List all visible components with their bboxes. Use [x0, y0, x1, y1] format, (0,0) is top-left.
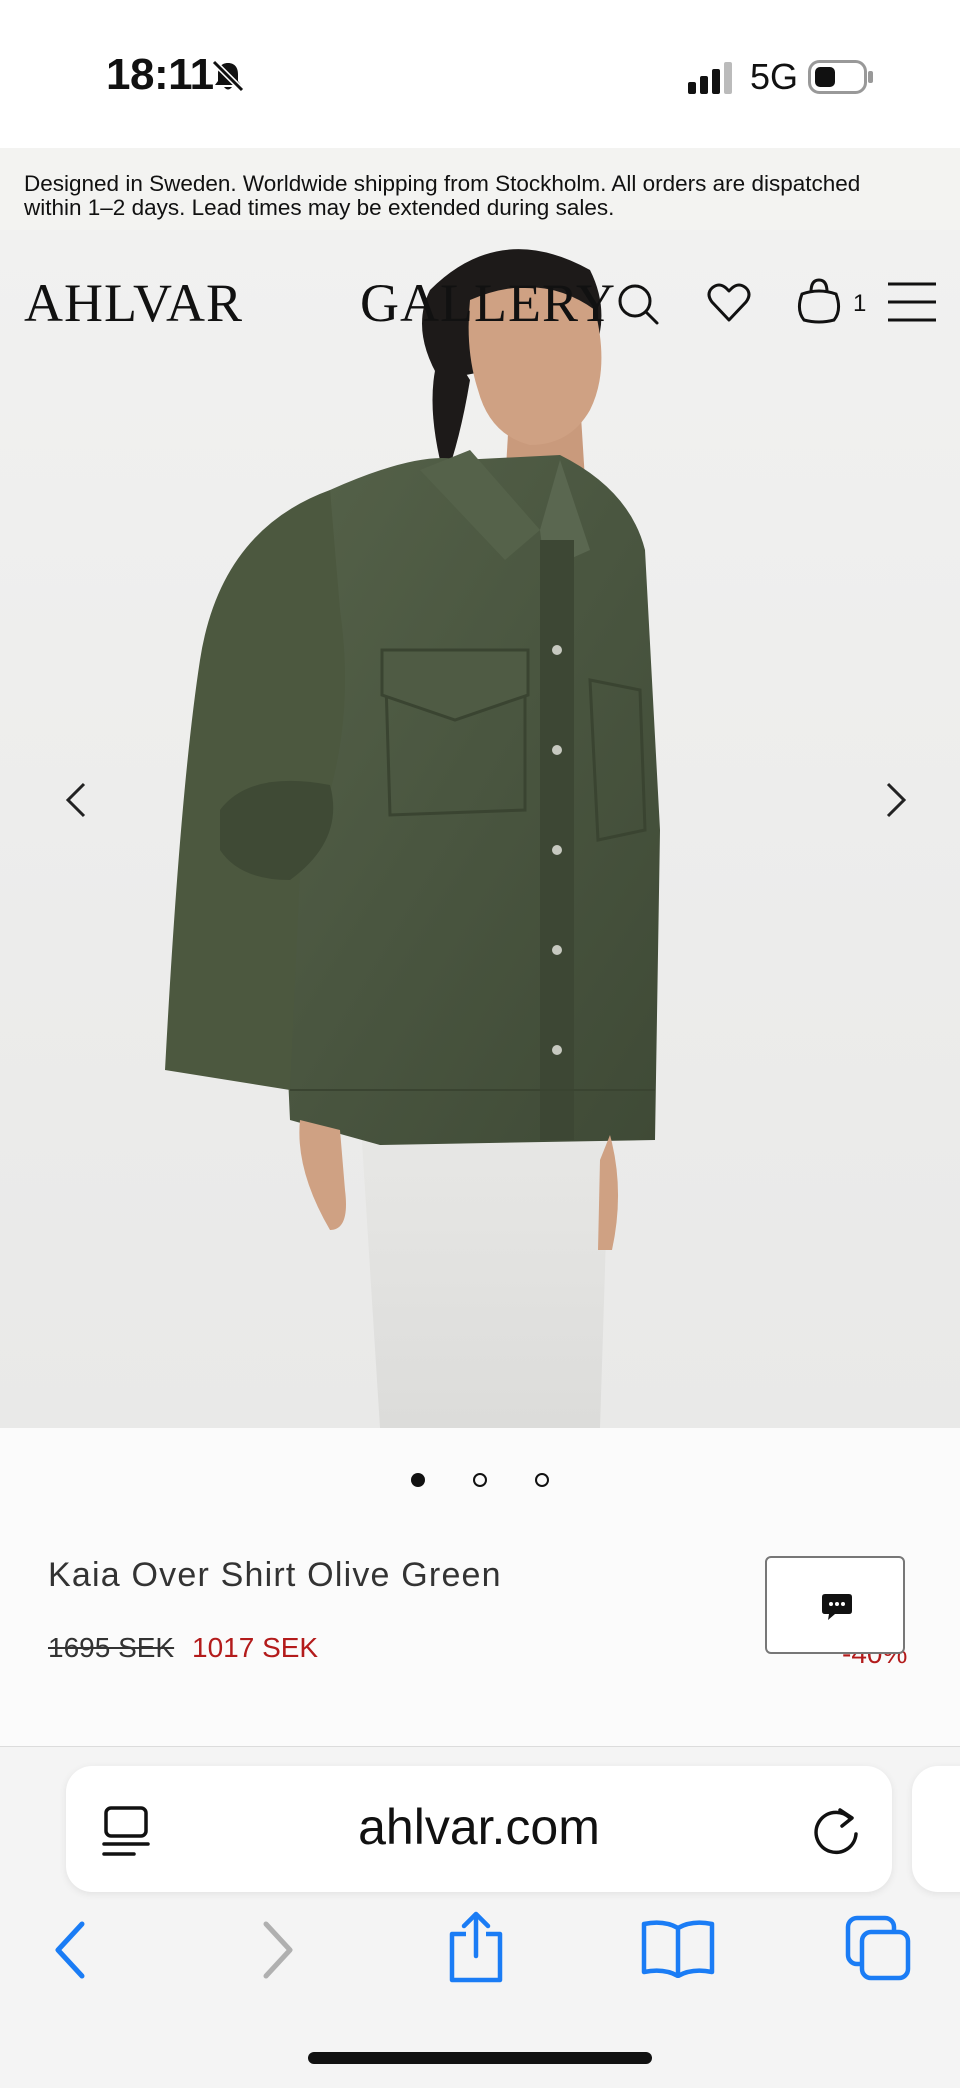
heart-icon[interactable]	[706, 280, 752, 324]
carousel-dot-2	[473, 1473, 487, 1487]
next-tab-preview[interactable]	[912, 1766, 960, 1892]
bag-icon[interactable]	[796, 276, 842, 326]
network-label: 5G	[750, 56, 799, 97]
price-original: 1695 SEK	[48, 1632, 175, 1663]
signal-icon	[688, 62, 732, 94]
url-text[interactable]: ahlvar.com	[66, 1798, 892, 1856]
carousel-indicator[interactable]	[406, 1466, 556, 1494]
announcement-text: Designed in Sweden. Worldwide shipping f…	[24, 171, 861, 220]
menu-icon[interactable]	[886, 280, 938, 324]
product-image[interactable]	[0, 230, 960, 1428]
battery-icon	[808, 60, 873, 94]
chevron-right-icon[interactable]	[874, 780, 914, 820]
product-name: Kaia Over Shirt Olive Green	[48, 1556, 502, 1594]
forward-icon[interactable]	[258, 1920, 298, 1980]
cart-count: 1	[853, 290, 867, 317]
carousel-dot-1	[411, 1473, 425, 1487]
share-icon[interactable]	[446, 1910, 506, 1986]
price-sale: 1017 SEK	[192, 1632, 319, 1663]
reload-icon[interactable]	[810, 1802, 864, 1858]
chat-bubble-icon	[822, 1594, 852, 1620]
gallery-wordmark[interactable]: GALLERY	[360, 272, 616, 334]
home-indicator	[308, 2052, 652, 2064]
chevron-left-icon[interactable]	[58, 780, 98, 820]
bell-muted-icon	[211, 59, 245, 93]
brand-logo[interactable]: AHLVAR	[24, 272, 243, 334]
status-time: 18:11	[106, 50, 214, 99]
back-icon[interactable]	[50, 1920, 90, 1980]
tabs-icon[interactable]	[844, 1914, 914, 1984]
chat-button[interactable]	[765, 1556, 905, 1654]
search-icon[interactable]	[614, 280, 662, 328]
carousel-dot-3	[535, 1473, 549, 1487]
product-photo-illustration	[165, 249, 660, 1428]
bookmarks-icon[interactable]	[640, 1918, 716, 1978]
